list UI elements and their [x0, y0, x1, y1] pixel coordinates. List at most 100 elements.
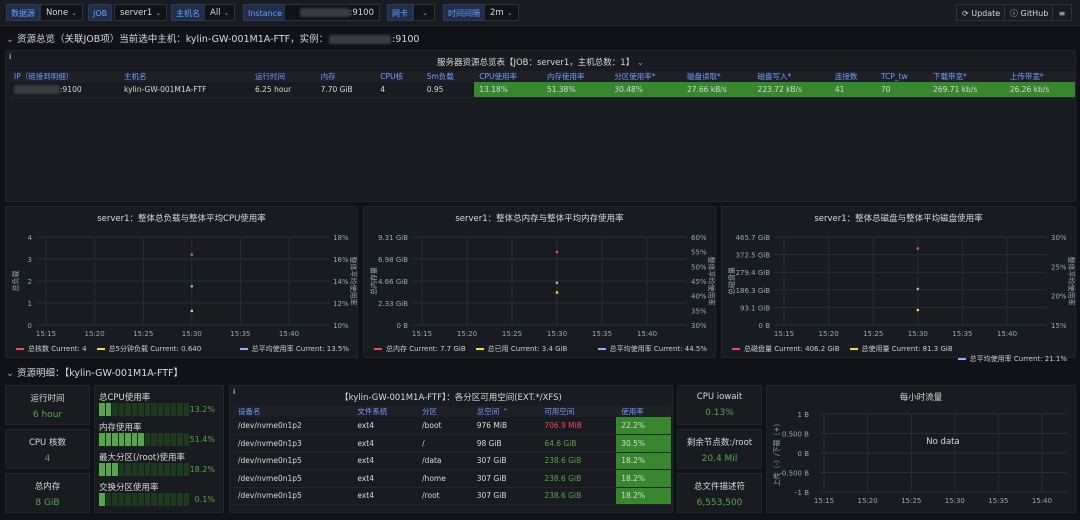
uptime-stat: 运行时间 6 hour: [5, 385, 90, 425]
column-header[interactable]: 内存使用率: [541, 71, 610, 82]
interval-select[interactable]: 2m ⌄: [484, 4, 519, 21]
column-header[interactable]: 下载带宽*: [928, 71, 1005, 82]
ip-link[interactable]: :9100: [60, 85, 82, 94]
column-header[interactable]: IP（链接到明细）: [9, 71, 120, 82]
legend-item[interactable]: 总平均使用率 Current: 44.5%: [597, 344, 707, 354]
y-tick-label: 4: [28, 234, 33, 242]
y2-tick-label: 14%: [333, 278, 349, 286]
column-header[interactable]: 内存: [315, 71, 376, 82]
legend-item[interactable]: 总使用量 Current: 81.3 GiB: [849, 345, 953, 353]
legend-item[interactable]: 总内存 Current: 7.7 GiB: [374, 345, 466, 353]
gauge-label: 总CPU使用率: [99, 393, 151, 403]
column-header[interactable]: 设备名: [233, 406, 353, 417]
legend-item[interactable]: 总核数 Current: 4: [16, 345, 87, 353]
gauge-segment: [105, 493, 111, 506]
column-header[interactable]: TCP_tw: [875, 71, 929, 82]
stat-label: CPU iowait: [696, 392, 743, 402]
gauge-segment: [151, 463, 157, 476]
gauge-segment: [151, 433, 157, 446]
table-cell: ext4: [352, 417, 418, 435]
gauge-segment: [131, 403, 137, 416]
column-header[interactable]: 使用率: [616, 406, 671, 417]
column-header[interactable]: 上传带宽*: [1004, 71, 1075, 82]
legend-current: Current: 4: [51, 345, 87, 353]
no-data-label: No data: [926, 437, 959, 447]
legend-name: 总已用: [487, 345, 509, 353]
y2-tick-label: 40%: [691, 293, 707, 301]
table-cell: 18.2%: [616, 487, 671, 505]
instance-select[interactable]: :9100: [284, 4, 380, 21]
gauge-segment: [138, 493, 144, 506]
gauge-segment: [170, 493, 176, 506]
row-title-overview[interactable]: ⌄ 资源总览（关联JOB项）当前选中主机：kylin-GW-001M1A-FTF，…: [6, 31, 419, 45]
github-button[interactable]: ⓘ GitHub: [1004, 4, 1055, 21]
nic-select[interactable]: ⌄: [413, 4, 435, 21]
gauge-segment: [144, 433, 150, 446]
table-cell: 70: [875, 82, 929, 98]
gauge-segment: [177, 463, 183, 476]
gauge-segment: [164, 493, 170, 506]
chevron-down-icon: ⌄: [223, 9, 230, 17]
table-header-row: IP（链接到明细） 主机名 运行时间 内存 CPU核 5m负载 CPU使用率 内存使用率 分区使…: [9, 71, 1075, 82]
gauge-label: 内存使用率: [99, 423, 142, 433]
column-header[interactable]: 5m负载: [421, 71, 475, 82]
x-tick-label: 15:15: [814, 497, 834, 505]
legend-item[interactable]: 总5分钟负载 Current: 0.640: [96, 345, 201, 353]
host-select[interactable]: All ⌄: [204, 4, 236, 21]
table-cell: ext4: [352, 434, 418, 453]
table-row[interactable]: :9100 kylin-GW-001M1A-FTF 6.25 hour 7.70 Gi…: [9, 82, 1075, 98]
table-cell: 6.25 hour: [249, 82, 316, 98]
table-row[interactable]: /dev/nvme0n1p5 ext4/root 307 GiB 238.6 GiB 1…: [233, 487, 671, 505]
menu-button[interactable]: ≡: [1052, 4, 1072, 21]
total-memory-stat: 总内存 8 GiB: [5, 473, 90, 513]
y-tick-label: 0.500 B: [782, 431, 809, 439]
column-header[interactable]: CPU核: [375, 71, 422, 82]
datasource-select[interactable]: None ⌄: [40, 4, 84, 21]
table-row[interactable]: /dev/nvme0n1p2 ext4/boot 976 MiB 706.9 MiB 2…: [233, 417, 671, 435]
y2-tick-label: 12%: [333, 300, 349, 308]
refresh-icon: ⟳: [962, 9, 972, 18]
table-cell: 238.6 GiB: [539, 452, 617, 470]
column-header[interactable]: 分区: [417, 406, 472, 417]
y-tick-label: 93.1 GiB: [740, 304, 770, 312]
column-header[interactable]: 可用空间: [539, 406, 617, 417]
table-row[interactable]: /dev/nvme0n1p5 ext4/home 307 GiB 238.6 GiB 1…: [233, 469, 671, 488]
legend-item[interactable]: 总已用 Current: 3.4 GiB: [475, 345, 567, 353]
column-header[interactable]: 分区使用率*: [609, 71, 682, 82]
column-header[interactable]: 总空间 ⌃: [471, 406, 540, 417]
column-header[interactable]: 运行时间: [249, 71, 316, 82]
x-tick-label: 15:20: [457, 330, 477, 338]
legend-item[interactable]: 总磁盘量 Current: 406.2 GiB: [732, 345, 840, 353]
legend-name: 总磁盘量: [744, 345, 772, 353]
gauge-segment: [157, 463, 163, 476]
column-header[interactable]: 文件系统: [352, 406, 418, 417]
y-tick-label: 279.4 GiB: [736, 269, 771, 277]
table-cell[interactable]: :9100: [9, 82, 120, 98]
job-select[interactable]: server1 ⌄: [114, 4, 168, 21]
column-header[interactable]: 连接数: [829, 71, 876, 82]
column-header[interactable]: 主机名: [119, 71, 250, 82]
column-header[interactable]: CPU使用率: [474, 71, 542, 82]
datasource-value: None: [46, 8, 69, 18]
table-row[interactable]: /dev/nvme0n1p3 ext4/98 GiB 64.6 GiB 30.5%: [233, 434, 671, 453]
table-cell: /home: [417, 469, 472, 488]
table-row[interactable]: /dev/nvme0n1p5 ext4/data 307 GiB 238.6 GiB 1…: [233, 452, 671, 470]
row-title-detail[interactable]: ⌄ 资源明细：【kylin-GW-001M1A-FTF】: [6, 365, 183, 379]
github-label: GitHub: [1020, 9, 1049, 18]
gauge-label: 交换分区使用率: [99, 483, 159, 493]
gauge-segment: [99, 493, 105, 506]
update-button[interactable]: ⟳ Update: [956, 4, 1007, 21]
gauge-bar: [99, 433, 189, 446]
x-tick-label: 15:15: [774, 330, 794, 338]
legend-item[interactable]: 总平均使用率 Current: 13.5%: [239, 344, 349, 354]
y-tick-label: 186.3 GiB: [736, 287, 771, 295]
column-header[interactable]: 磁盘读取*: [681, 71, 753, 82]
column-header[interactable]: 磁盘写入*: [752, 71, 830, 82]
table-cell: 269.71 kb/s: [928, 82, 1005, 98]
stat-value: 20.4 Mil: [701, 454, 738, 464]
gauge-segment: [177, 493, 183, 506]
chevron-down-icon: ⌄: [422, 9, 428, 17]
legend-item[interactable]: 总平均使用率 Current: 21.1%: [957, 354, 1067, 364]
interval-value: 2m: [490, 8, 504, 18]
gauge-segment: [105, 463, 111, 476]
